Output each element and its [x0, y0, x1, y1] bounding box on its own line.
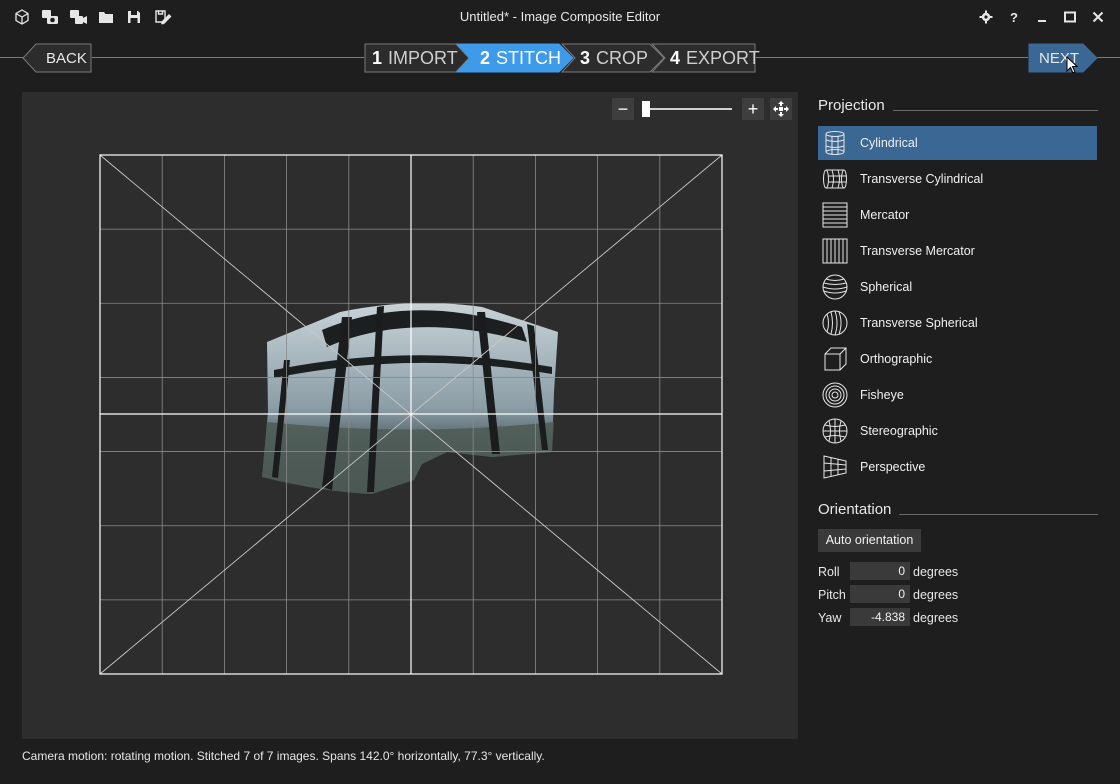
projection-option-label: Transverse Mercator: [860, 244, 975, 258]
step-number: 3: [580, 48, 591, 68]
stereographic-icon: [822, 418, 848, 444]
app-title: Untitled* - Image Composite Editor: [459, 9, 661, 24]
projection-option-spherical[interactable]: Spherical: [818, 270, 1097, 304]
projection-title: Projection: [818, 97, 893, 114]
orthographic-icon: [824, 347, 847, 371]
step-number: 2: [480, 48, 491, 68]
step-export[interactable]: 4 EXPORT: [651, 43, 760, 73]
mouse-cursor-icon: [1066, 56, 1079, 74]
step-import[interactable]: 1 IMPORT: [364, 43, 470, 73]
yaw-label: Yaw: [818, 611, 842, 625]
roll-input[interactable]: 0: [850, 562, 910, 580]
svg-text:?: ?: [1010, 10, 1018, 24]
step-label: CROP: [596, 48, 649, 68]
step-crop[interactable]: 3 CROP: [561, 43, 665, 73]
step-divider: [92, 57, 364, 58]
transverse-spherical-icon: [822, 310, 848, 336]
close-icon[interactable]: [1086, 6, 1110, 28]
step-stitch[interactable]: 2 STITCH: [456, 43, 574, 73]
roll-unit: degrees: [913, 565, 959, 579]
projection-option-fisheye[interactable]: Fisheye: [818, 378, 1097, 412]
minimize-icon[interactable]: [1030, 6, 1054, 28]
projection-option-label: Cylindrical: [860, 136, 918, 150]
step-divider: [756, 57, 1028, 58]
roll-label: Roll: [818, 565, 840, 579]
auto-orientation-button[interactable]: Auto orientation: [818, 529, 921, 552]
transverse-cylindrical-icon: [823, 169, 847, 189]
projection-option-label: Fisheye: [860, 388, 904, 402]
next-button[interactable]: NEXT: [1028, 43, 1098, 73]
projection-option-label: Stereographic: [860, 424, 938, 438]
pitch-input[interactable]: 0: [850, 585, 910, 603]
projection-option-orthographic[interactable]: Orthographic: [818, 342, 1097, 376]
settings-icon[interactable]: [974, 6, 998, 28]
maximize-icon[interactable]: [1058, 6, 1082, 28]
yaw-unit: degrees: [913, 611, 959, 625]
mercator-icon: [822, 202, 848, 228]
cylindrical-icon: [825, 131, 845, 155]
projection-option-transverse-spherical[interactable]: Transverse Spherical: [818, 306, 1097, 340]
step-label: EXPORT: [686, 48, 760, 68]
projection-option-label: Orthographic: [860, 352, 933, 366]
orientation-title: Orientation: [818, 501, 900, 518]
step-label: IMPORT: [388, 48, 458, 68]
yaw-input[interactable]: -4.838: [850, 608, 910, 626]
projection-option-transverse-mercator[interactable]: Transverse Mercator: [818, 234, 1097, 268]
step-number: 4: [670, 48, 681, 68]
step-number: 1: [372, 48, 383, 68]
projection-option-label: Mercator: [860, 208, 910, 222]
pitch-unit: degrees: [913, 588, 959, 602]
panorama-viewport: [99, 154, 723, 675]
projection-option-label: Transverse Cylindrical: [860, 172, 984, 186]
step-navigation: BACK 1 IMPORT 2 STITCH 3 CROP 4 EXPORT NEXT: [0, 40, 1120, 76]
projection-option-mercator[interactable]: Mercator: [818, 198, 1097, 232]
transverse-mercator-icon: [822, 238, 848, 264]
stitched-panorama: [262, 303, 558, 494]
back-button-label: BACK: [46, 50, 87, 67]
stitch-preview-canvas[interactable]: − +: [22, 92, 798, 739]
back-button[interactable]: BACK: [22, 43, 92, 73]
spherical-icon: [822, 274, 848, 300]
projection-option-label: Spherical: [860, 280, 913, 294]
fisheye-icon: [822, 382, 848, 408]
pitch-label: Pitch: [818, 588, 846, 602]
projection-option-cylindrical[interactable]: Cylindrical: [818, 126, 1097, 160]
help-icon[interactable]: ?: [1002, 6, 1026, 28]
title-bar: Untitled* - Image Composite Editor ?: [0, 0, 1120, 34]
projection-option-transverse-cylindrical[interactable]: Transverse Cylindrical: [818, 162, 1097, 196]
step-label: STITCH: [496, 48, 562, 68]
status-bar-text: Camera motion: rotating motion. Stitched…: [22, 749, 545, 763]
perspective-icon: [823, 455, 847, 479]
projection-option-label: Transverse Spherical: [860, 316, 978, 330]
projection-option-perspective[interactable]: Perspective: [818, 450, 1097, 484]
projection-option-label: Perspective: [860, 460, 926, 474]
projection-option-stereographic[interactable]: Stereographic: [818, 414, 1097, 448]
